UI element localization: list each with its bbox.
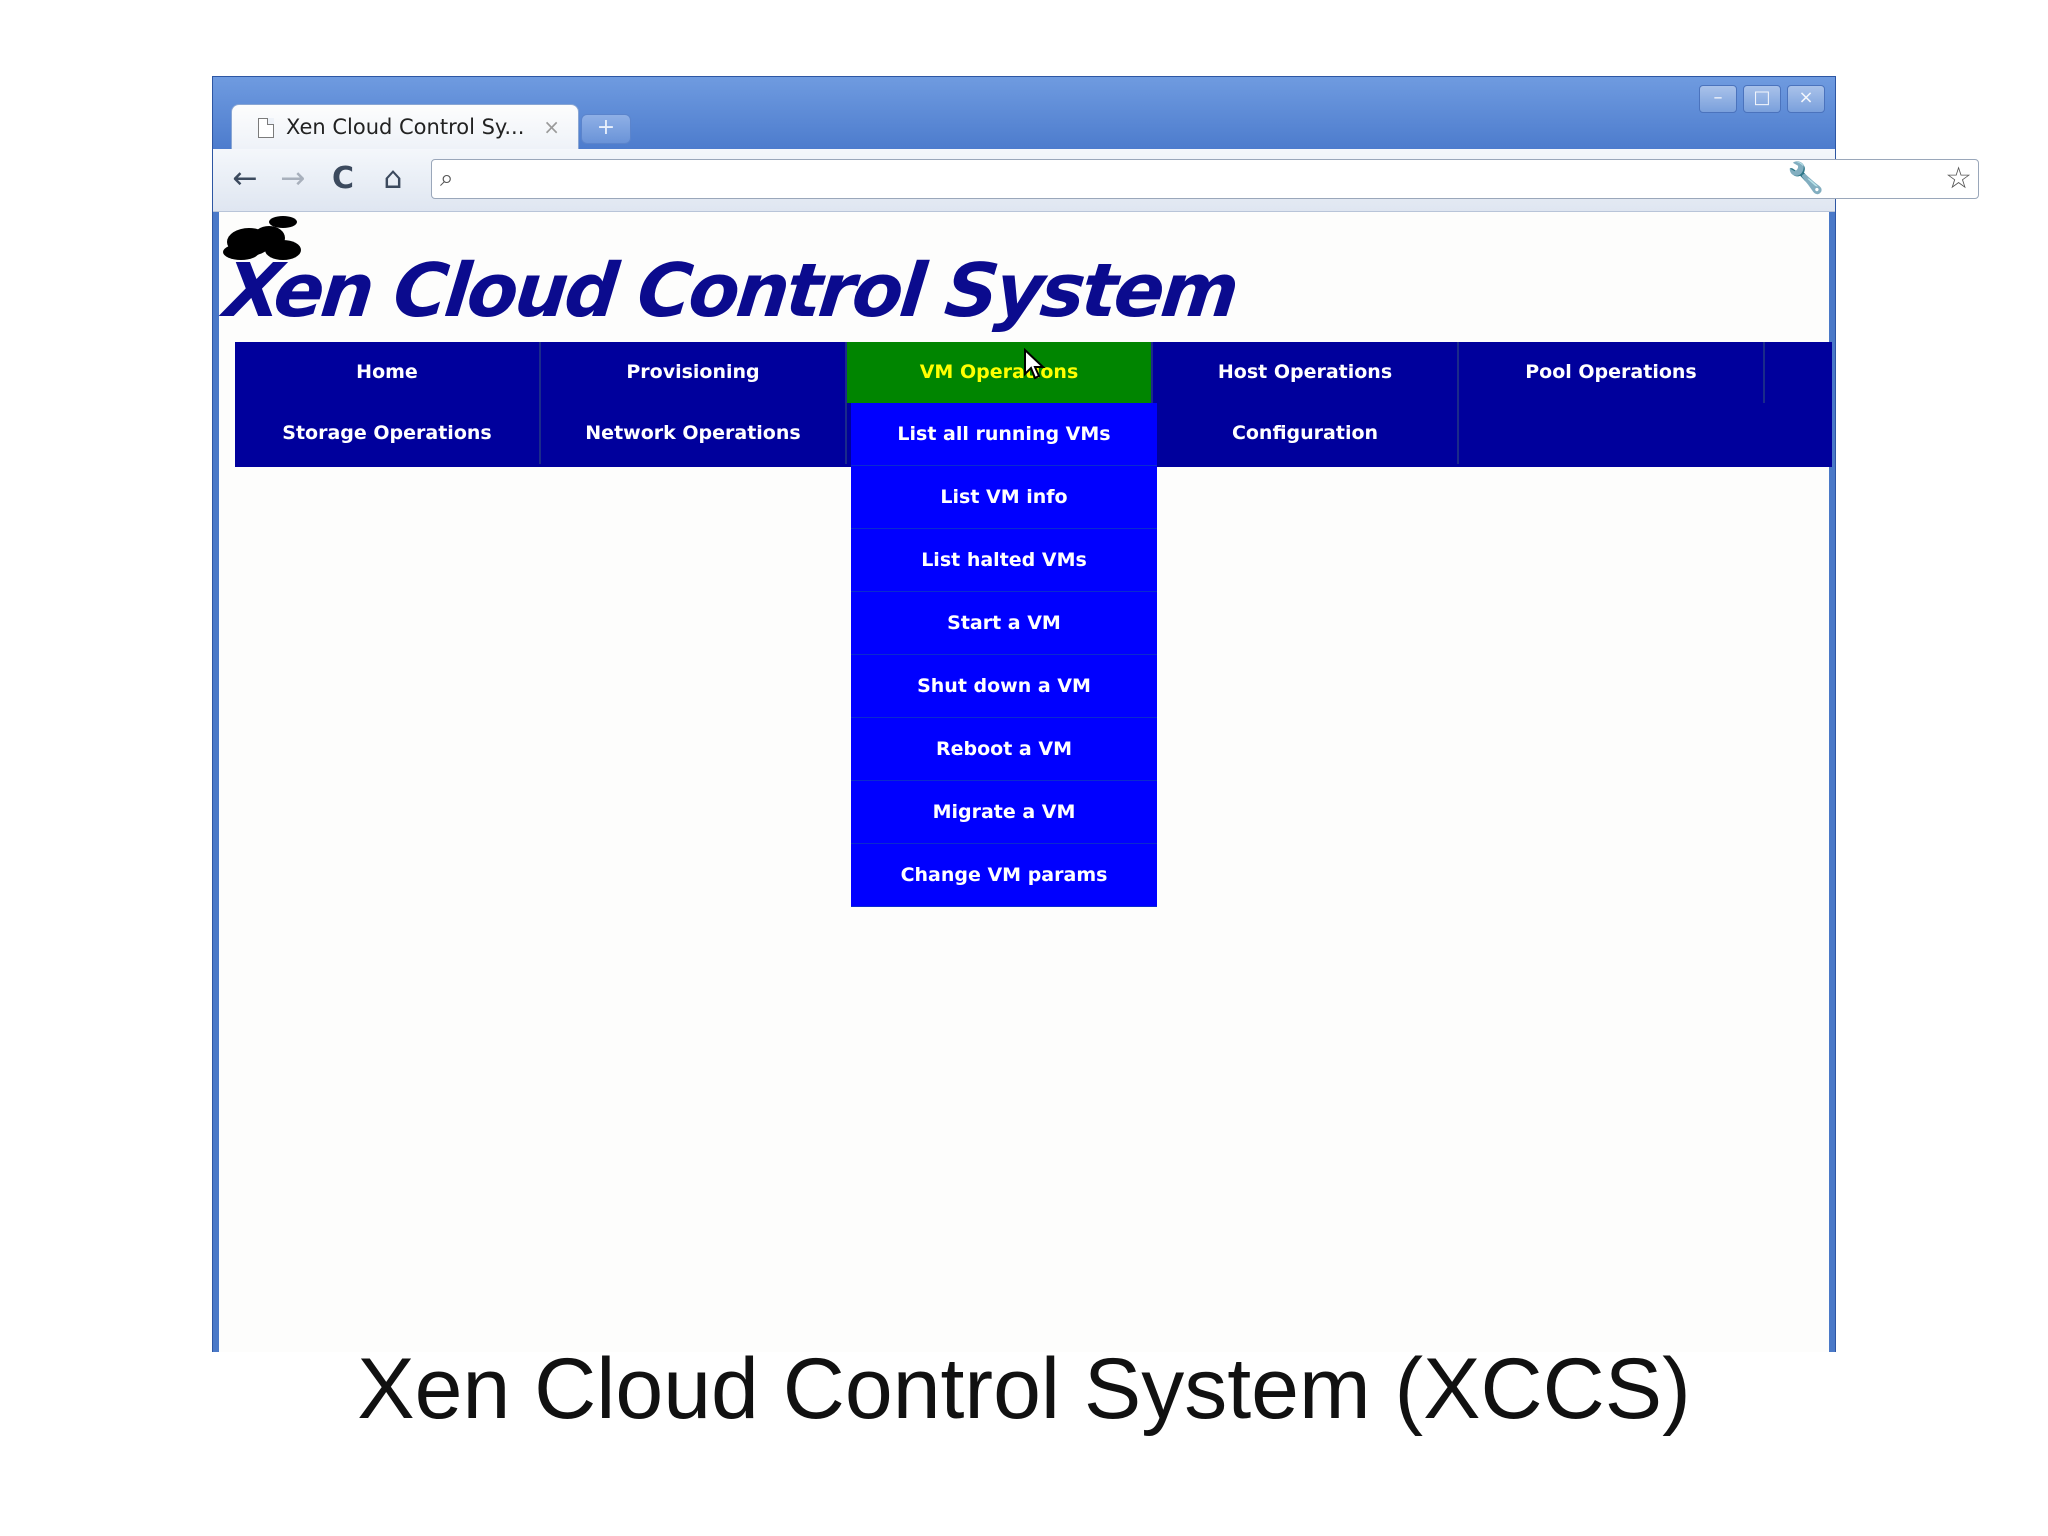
dropdown-item-start-vm[interactable]: Start a VM [851, 592, 1157, 655]
menu-item-configuration[interactable]: Configuration [1153, 403, 1459, 464]
site-logo[interactable]: Xen Cloud Control System [220, 248, 1240, 334]
minimize-button[interactable]: – [1699, 85, 1737, 113]
bookmark-star-icon[interactable]: ☆ [1945, 162, 1972, 196]
close-window-button[interactable]: × [1787, 85, 1825, 113]
browser-toolbar: ← → C ⌂ ⌕ ☆ 🔧 [213, 149, 1979, 212]
maximize-button[interactable]: □ [1743, 85, 1781, 113]
menu-item-storage-operations[interactable]: Storage Operations [235, 403, 541, 464]
tab-title: Xen Cloud Control Sy... [286, 115, 525, 139]
vm-operations-dropdown: List all running VMs List VM info List h… [851, 403, 1157, 907]
menu-item-network-operations[interactable]: Network Operations [541, 403, 847, 464]
dropdown-item-list-running-vms[interactable]: List all running VMs [851, 403, 1157, 466]
menu-item-host-operations[interactable]: Host Operations [1153, 342, 1459, 403]
dropdown-item-shut-down-vm[interactable]: Shut down a VM [851, 655, 1157, 718]
title-bar: Xen Cloud Control Sy... × + – □ × [213, 77, 1835, 149]
browser-tab[interactable]: Xen Cloud Control Sy... × [231, 104, 579, 149]
dropdown-item-list-halted-vms[interactable]: List halted VMs [851, 529, 1157, 592]
forward-arrow-icon[interactable]: → [275, 161, 311, 197]
page-content: Xen Cloud Control System Home Provisioni… [219, 212, 1832, 1352]
dropdown-item-change-vm-params[interactable]: Change VM params [851, 844, 1157, 907]
back-arrow-icon[interactable]: ← [227, 161, 263, 197]
menu-item-provisioning[interactable]: Provisioning [541, 342, 847, 403]
browser-window: Xen Cloud Control Sy... × + – □ × ← → C … [212, 76, 1979, 1352]
home-icon[interactable]: ⌂ [375, 161, 411, 197]
address-input[interactable] [476, 164, 1920, 196]
search-icon: ⌕ [440, 164, 454, 192]
mouse-cursor-icon [1024, 348, 1046, 380]
address-bar[interactable]: ⌕ ☆ [431, 159, 1979, 199]
slide-caption: Xen Cloud Control System (XCCS) [357, 1341, 1691, 1437]
menu-item-pool-operations[interactable]: Pool Operations [1459, 342, 1765, 403]
dropdown-item-reboot-vm[interactable]: Reboot a VM [851, 718, 1157, 781]
new-tab-button[interactable]: + [581, 114, 631, 144]
dropdown-item-migrate-vm[interactable]: Migrate a VM [851, 781, 1157, 844]
reload-icon[interactable]: C [325, 161, 361, 197]
tab-close-icon[interactable]: × [543, 115, 560, 139]
document-icon [258, 118, 274, 138]
menu-item-vm-operations[interactable]: VM Operations [847, 342, 1153, 403]
menu-item-home[interactable]: Home [235, 342, 541, 403]
wrench-icon[interactable]: 🔧 [1787, 161, 1824, 197]
dropdown-item-list-vm-info[interactable]: List VM info [851, 466, 1157, 529]
